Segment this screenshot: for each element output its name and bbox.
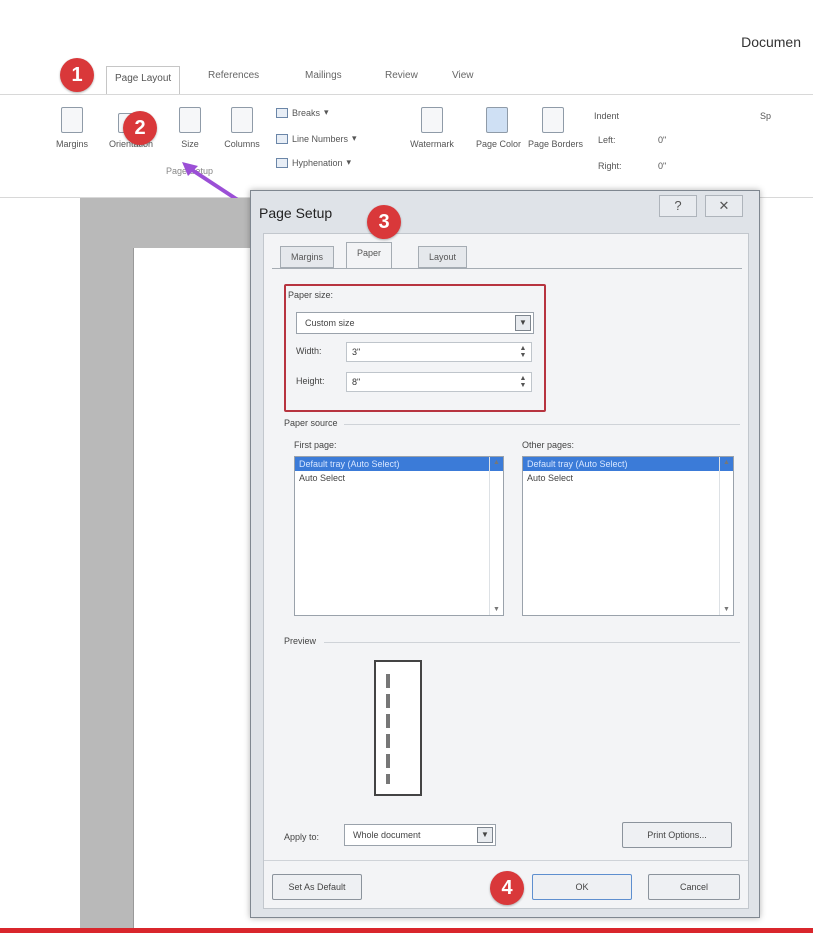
scrollbar[interactable]: ▲ ▼ [719,457,733,615]
indent-right-label: Right: [598,161,622,171]
hyphenation-icon [276,157,288,168]
print-options-button[interactable]: Print Options... [622,822,732,848]
tab-review[interactable]: Review [385,70,418,81]
ok-button[interactable]: OK [532,874,632,900]
other-pages-label: Other pages: [522,440,575,450]
breaks-icon [276,107,288,118]
tab-mailings[interactable]: Mailings [305,70,342,81]
list-item[interactable]: Auto Select [523,471,733,485]
paper-size-select[interactable]: Custom size ▼ [296,312,534,334]
chevron-down-icon: ▼ [515,315,531,331]
scroll-up-icon[interactable]: ▲ [493,459,500,466]
ribbon-tabs: Page Layout References Mailings Review V… [0,64,813,94]
height-label: Height: [296,376,325,386]
tab-margins[interactable]: Margins [280,246,335,268]
footer-divider [264,860,748,861]
dialog-title: Page Setup [259,205,333,221]
margins-icon [61,107,83,133]
step-badge-4: 4 [490,871,524,905]
indent-left-label: Left: [598,135,616,145]
page-preview [374,660,422,796]
first-page-label: First page: [294,440,337,450]
help-button[interactable]: ? [659,195,697,217]
spinner-icon[interactable]: ▲ ▼ [517,345,529,359]
hyphenation-button[interactable]: Hyphenation ▾ [276,157,351,168]
document-title: Documen [741,34,801,50]
close-button[interactable]: ✕ [705,195,743,217]
other-pages-list[interactable]: Default tray (Auto Select) Auto Select ▲… [522,456,734,616]
list-item[interactable]: Default tray (Auto Select) [295,457,503,471]
cancel-button[interactable]: Cancel [648,874,740,900]
list-item[interactable]: Auto Select [295,471,503,485]
dialog-content: Margins Paper Layout Paper size: Custom … [263,233,749,909]
tab-view[interactable]: View [452,70,474,81]
ribbon: Margins Orientation Size Columns Breaks ▾… [0,94,813,198]
line-numbers-icon [276,133,288,144]
spinner-icon[interactable]: ▲ ▼ [517,375,529,389]
width-input[interactable]: 3" ▲ ▼ [346,342,532,362]
step-badge-3: 3 [367,205,401,239]
preview-label: Preview [284,636,317,646]
scroll-down-icon[interactable]: ▼ [723,606,730,613]
breaks-button[interactable]: Breaks ▾ [276,107,329,118]
scrollbar[interactable]: ▲ ▼ [489,457,503,615]
columns-button[interactable]: Columns [218,107,266,149]
preview-divider [324,642,740,643]
page-borders-icon [542,107,564,133]
step-badge-1: 1 [60,58,94,92]
height-input[interactable]: 8" ▲ ▼ [346,372,532,392]
apply-to-select[interactable]: Whole document ▼ [344,824,496,846]
page-color-button[interactable]: Page Color [476,107,521,149]
chevron-down-icon: ▼ [477,827,493,843]
indent-title: Indent [594,111,620,121]
page-color-icon [486,107,508,133]
paper-size-label: Paper size: [288,290,334,300]
list-item[interactable]: Default tray (Auto Select) [523,457,733,471]
first-page-list[interactable]: Default tray (Auto Select) Auto Select ▲… [294,456,504,616]
line-numbers-button[interactable]: Line Numbers ▾ [276,133,357,144]
bottom-rule [0,928,813,933]
tab-references[interactable]: References [208,70,259,81]
width-label: Width: [296,346,322,356]
tab-page-layout[interactable]: Page Layout [106,66,181,94]
scroll-down-icon[interactable]: ▼ [493,606,500,613]
margins-button[interactable]: Margins [52,107,92,149]
watermark-icon [421,107,443,133]
document-page[interactable] [133,248,251,933]
set-as-default-button[interactable]: Set As Default [272,874,362,900]
columns-icon [231,107,253,133]
indent-right-value[interactable]: 0" [658,161,666,171]
paper-source-label: Paper source [284,418,338,428]
spacing-title: Sp [760,111,772,121]
paper-source-divider [344,424,740,425]
apply-to-label: Apply to: [284,832,320,842]
tab-layout[interactable]: Layout [418,246,468,268]
page-setup-dialog: Page Setup ? ✕ Margins Paper Layout Pape… [250,190,760,918]
size-icon [179,107,201,133]
indent-left-value[interactable]: 0" [658,135,666,145]
title-bar: Documen [0,30,813,60]
scroll-up-icon[interactable]: ▲ [723,459,730,466]
size-button[interactable]: Size [172,107,208,149]
step-badge-2: 2 [123,111,157,145]
page-borders-button[interactable]: Page Borders [528,107,583,149]
tab-paper[interactable]: Paper [346,242,393,269]
watermark-button[interactable]: Watermark [402,107,462,149]
